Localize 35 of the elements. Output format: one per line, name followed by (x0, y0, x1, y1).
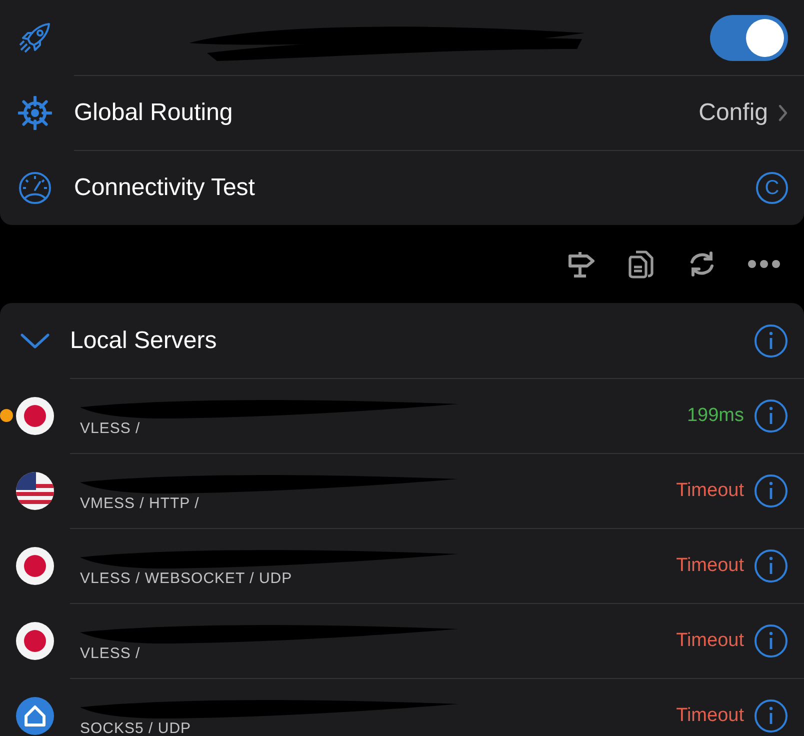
info-icon[interactable] (754, 699, 788, 733)
flag-icon (16, 622, 54, 660)
info-icon[interactable] (754, 474, 788, 508)
info-icon[interactable] (754, 624, 788, 658)
more-icon[interactable] (748, 259, 780, 269)
vpn-toggle[interactable] (710, 14, 788, 60)
group-title: Local Servers (70, 326, 218, 354)
latency-label: Timeout (676, 480, 744, 502)
ship-wheel-icon (18, 96, 52, 130)
chevron-right-icon (778, 104, 788, 122)
flag-icon (16, 396, 54, 434)
info-icon[interactable] (754, 324, 788, 358)
info-icon[interactable] (754, 549, 788, 583)
speedometer-icon (18, 170, 52, 204)
latency-label: Timeout (676, 630, 744, 652)
server-protocol: VLESS / (80, 644, 142, 662)
chevron-icon[interactable] (20, 332, 50, 350)
flag-icon (16, 472, 54, 510)
latency-label: 199ms (686, 405, 744, 427)
documents-icon[interactable] (626, 249, 656, 279)
server-protocol: VMESS / HTTP / (80, 494, 200, 512)
signpost-icon[interactable] (566, 249, 596, 279)
server-protocol: VLESS / WEBSOCKET / UDP (80, 570, 294, 586)
home-icon (16, 696, 54, 734)
setting-label: Connectivity Test (74, 174, 256, 202)
server-protocol: VLESS / (80, 420, 142, 436)
latency-label: Timeout (676, 705, 744, 727)
flag-icon (16, 546, 54, 584)
setting-label: Global Routing (74, 99, 234, 127)
info-icon[interactable] (754, 399, 788, 433)
server-protocol: SOCKS5 / UDP (80, 720, 192, 736)
config-link[interactable]: Config (698, 99, 768, 127)
latency-label: Timeout (676, 555, 744, 577)
rocket-icon (18, 20, 52, 54)
test-button[interactable]: C (756, 172, 788, 204)
